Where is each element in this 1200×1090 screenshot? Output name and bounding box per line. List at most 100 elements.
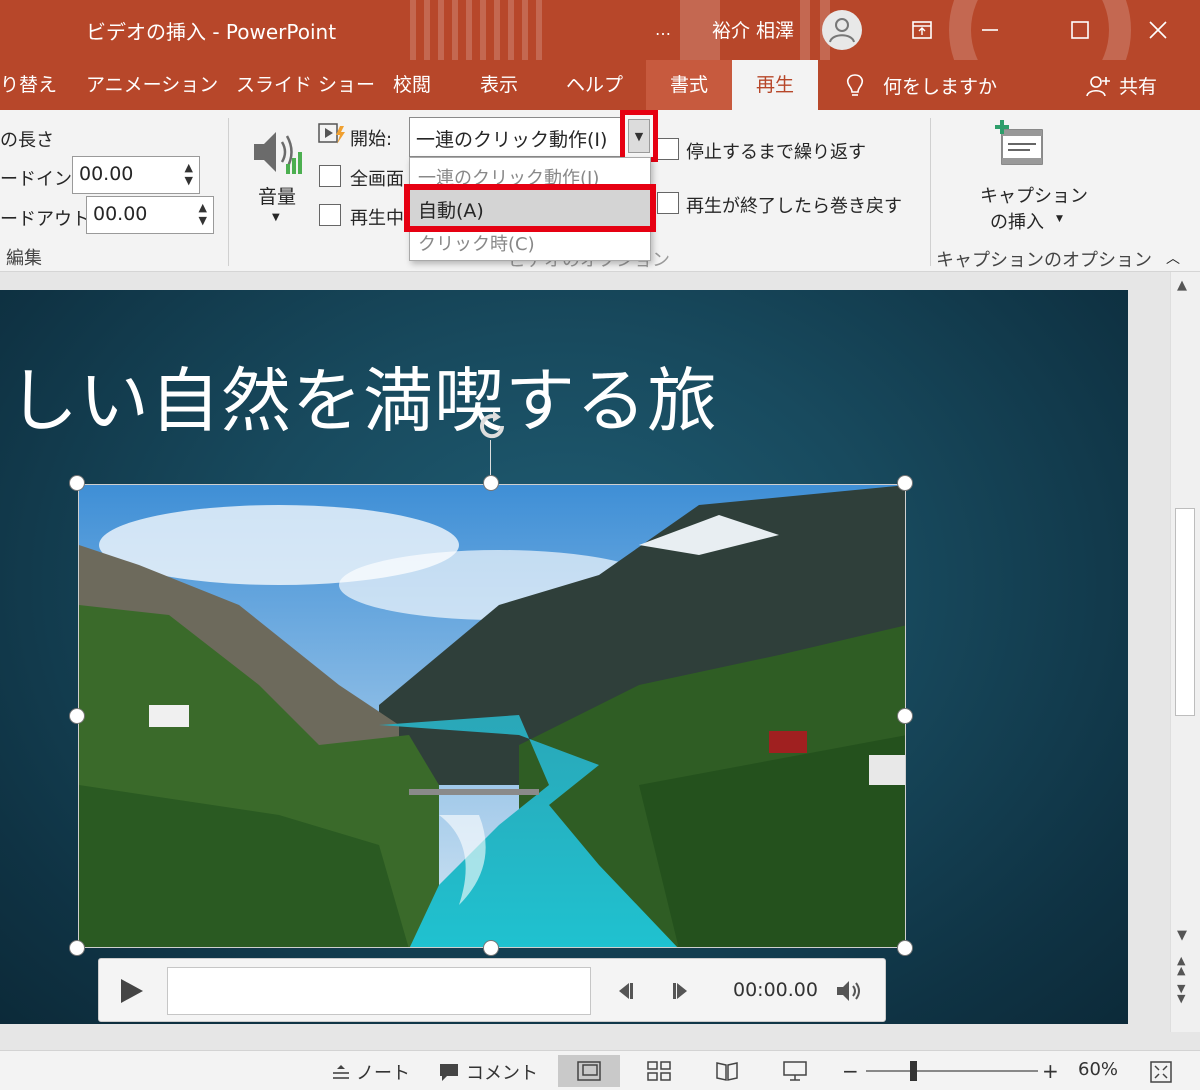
avatar[interactable] <box>822 10 862 50</box>
resize-handle-left[interactable] <box>69 708 85 724</box>
notes-button[interactable]: ノート <box>332 1059 410 1085</box>
normal-view-button[interactable] <box>558 1055 620 1087</box>
media-time: 00:00.00 <box>733 979 818 1001</box>
reading-view-icon <box>716 1062 738 1081</box>
rotate-handle-icon[interactable] <box>474 408 510 444</box>
tab-review[interactable]: 校閲 <box>393 60 431 110</box>
zoom-slider-thumb[interactable] <box>910 1061 917 1081</box>
slide-title[interactable]: しい自然を満喫する旅 <box>8 345 718 446</box>
volume-button[interactable]: 音量 ▼ <box>252 124 306 234</box>
ribbon-display-options-button[interactable] <box>902 10 942 50</box>
media-progress-bar[interactable] <box>167 967 591 1015</box>
scrollbar-thumb[interactable] <box>1175 508 1195 716</box>
zoom-in-icon[interactable]: + <box>1042 1059 1059 1083</box>
caption-options-group-label: キャプションのオプション <box>936 250 1152 271</box>
fit-to-window-icon[interactable] <box>1150 1061 1172 1083</box>
resize-handle-top-right[interactable] <box>897 475 913 491</box>
resize-handle-top[interactable] <box>483 475 499 491</box>
account-name[interactable]: 裕介 相澤 <box>712 16 794 43</box>
ribbon-display-icon <box>912 21 932 39</box>
media-controls: 00:00.00 <box>98 958 886 1022</box>
slide-sorter-button[interactable] <box>628 1055 690 1087</box>
maximize-icon <box>1071 21 1089 39</box>
volume-label: 音量 <box>258 186 297 208</box>
minimize-icon <box>982 29 998 31</box>
insert-captions-icon <box>995 120 1043 165</box>
rewind-label: 再生が終了したら巻き戻す <box>686 196 902 217</box>
resize-handle-top-left[interactable] <box>69 475 85 491</box>
start-label: 開始: <box>350 129 393 150</box>
add-person-icon <box>1086 75 1110 96</box>
fade-in-spinner-icon[interactable]: ▲ ▼ <box>185 161 193 187</box>
fade-out-value: 00.00 <box>93 203 148 225</box>
maximize-button[interactable] <box>1060 10 1100 50</box>
edit-group-label: 編集 <box>6 248 42 269</box>
video-thumbnail <box>79 485 905 947</box>
resize-handle-bottom-right[interactable] <box>897 940 913 956</box>
fade-in-input[interactable]: 00.00 ▲ ▼ <box>72 156 200 194</box>
duration-label: の長さ <box>0 130 54 151</box>
more-options-icon[interactable]: … <box>655 20 671 39</box>
chevron-down-icon: ▼ <box>272 212 280 223</box>
resize-handle-bottom-left[interactable] <box>69 940 85 956</box>
tab-playback[interactable]: 再生 <box>732 60 818 110</box>
title-bar: ビデオの挿入 - PowerPoint … 裕介 相澤 <box>0 0 1200 60</box>
hide-label: 再生中 <box>350 208 404 229</box>
zoom-out-icon[interactable]: − <box>842 1059 859 1083</box>
scroll-down-icon[interactable]: ▼ <box>1177 928 1187 943</box>
play-icon[interactable] <box>119 977 145 1005</box>
previous-slide-icon[interactable]: ▲ ▲ <box>1177 955 1185 976</box>
fullscreen-checkbox[interactable] <box>319 165 341 187</box>
start-dropdown[interactable]: 一連のクリック動作(I) <box>409 117 625 157</box>
step-back-icon[interactable] <box>615 981 635 1001</box>
close-icon <box>1149 21 1167 39</box>
fade-out-label: ードアウト: <box>0 209 97 230</box>
zoom-slider[interactable] <box>866 1070 1038 1072</box>
slide[interactable]: しい自然を満喫する旅 00:00.00 <box>0 290 1128 1024</box>
tab-transitions[interactable]: り替え <box>0 60 57 110</box>
chevron-down-icon: ▼ <box>1056 214 1063 224</box>
loop-checkbox[interactable] <box>657 138 679 160</box>
tab-slideshow[interactable]: スライド ショー <box>236 60 375 110</box>
tell-me-search[interactable]: 何をしますか <box>845 72 997 99</box>
fade-out-spinner-icon[interactable]: ▲ ▼ <box>199 201 207 227</box>
fade-in-label: ードイン: <box>0 169 79 190</box>
hide-while-not-playing-checkbox[interactable] <box>319 204 341 226</box>
speaker-icon <box>254 132 302 174</box>
ribbon-tabs: り替え アニメーション スライド ショー 校閲 表示 ヘルプ 書式 再生 何をし… <box>0 60 1200 110</box>
scroll-up-icon[interactable]: ▲ <box>1177 278 1187 293</box>
fullscreen-label: 全画面 <box>350 169 404 190</box>
vertical-scrollbar[interactable]: ▲ ▼ ▲ ▲ ▼ ▼ <box>1170 272 1200 1032</box>
tab-view[interactable]: 表示 <box>480 60 518 110</box>
rewind-checkbox[interactable] <box>657 192 679 214</box>
minimize-button[interactable] <box>970 10 1010 50</box>
collapse-ribbon-icon[interactable]: ︿ <box>1166 248 1180 268</box>
notes-icon <box>333 1065 349 1079</box>
resize-handle-right[interactable] <box>897 708 913 724</box>
video-frame[interactable] <box>78 484 906 948</box>
tab-help[interactable]: ヘルプ <box>566 60 623 110</box>
fade-in-value: 00.00 <box>79 163 134 185</box>
next-slide-icon[interactable]: ▼ ▼ <box>1177 983 1185 1004</box>
tab-animations[interactable]: アニメーション <box>86 60 218 110</box>
share-button[interactable]: 共有 <box>1085 72 1157 99</box>
user-icon <box>829 18 855 43</box>
resize-handle-bottom[interactable] <box>483 940 499 956</box>
step-forward-icon[interactable] <box>671 981 691 1001</box>
slideshow-view-button[interactable] <box>764 1055 826 1087</box>
start-dropdown-button[interactable]: ▼ <box>620 110 658 162</box>
insert-captions-label-2: の挿入 <box>990 212 1044 233</box>
comments-button[interactable]: コメント <box>438 1059 538 1085</box>
menu-item-when-clicked[interactable]: クリック時(C) <box>418 230 535 256</box>
fade-out-input[interactable]: 00.00 ▲ ▼ <box>86 196 214 234</box>
slideshow-icon <box>783 1061 807 1081</box>
volume-icon[interactable] <box>835 979 863 1003</box>
close-button[interactable] <box>1138 10 1178 50</box>
insert-captions-button[interactable]: キャプション の挿入 ▼ <box>972 120 1088 240</box>
menu-item-automatically[interactable]: 自動(A) <box>404 184 656 232</box>
tab-format[interactable]: 書式 <box>646 60 732 110</box>
window-title: ビデオの挿入 - PowerPoint <box>86 20 337 44</box>
start-dropdown-value: 一連のクリック動作(I) <box>416 129 608 151</box>
zoom-level[interactable]: 60% <box>1078 1059 1118 1080</box>
reading-view-button[interactable] <box>696 1055 758 1087</box>
